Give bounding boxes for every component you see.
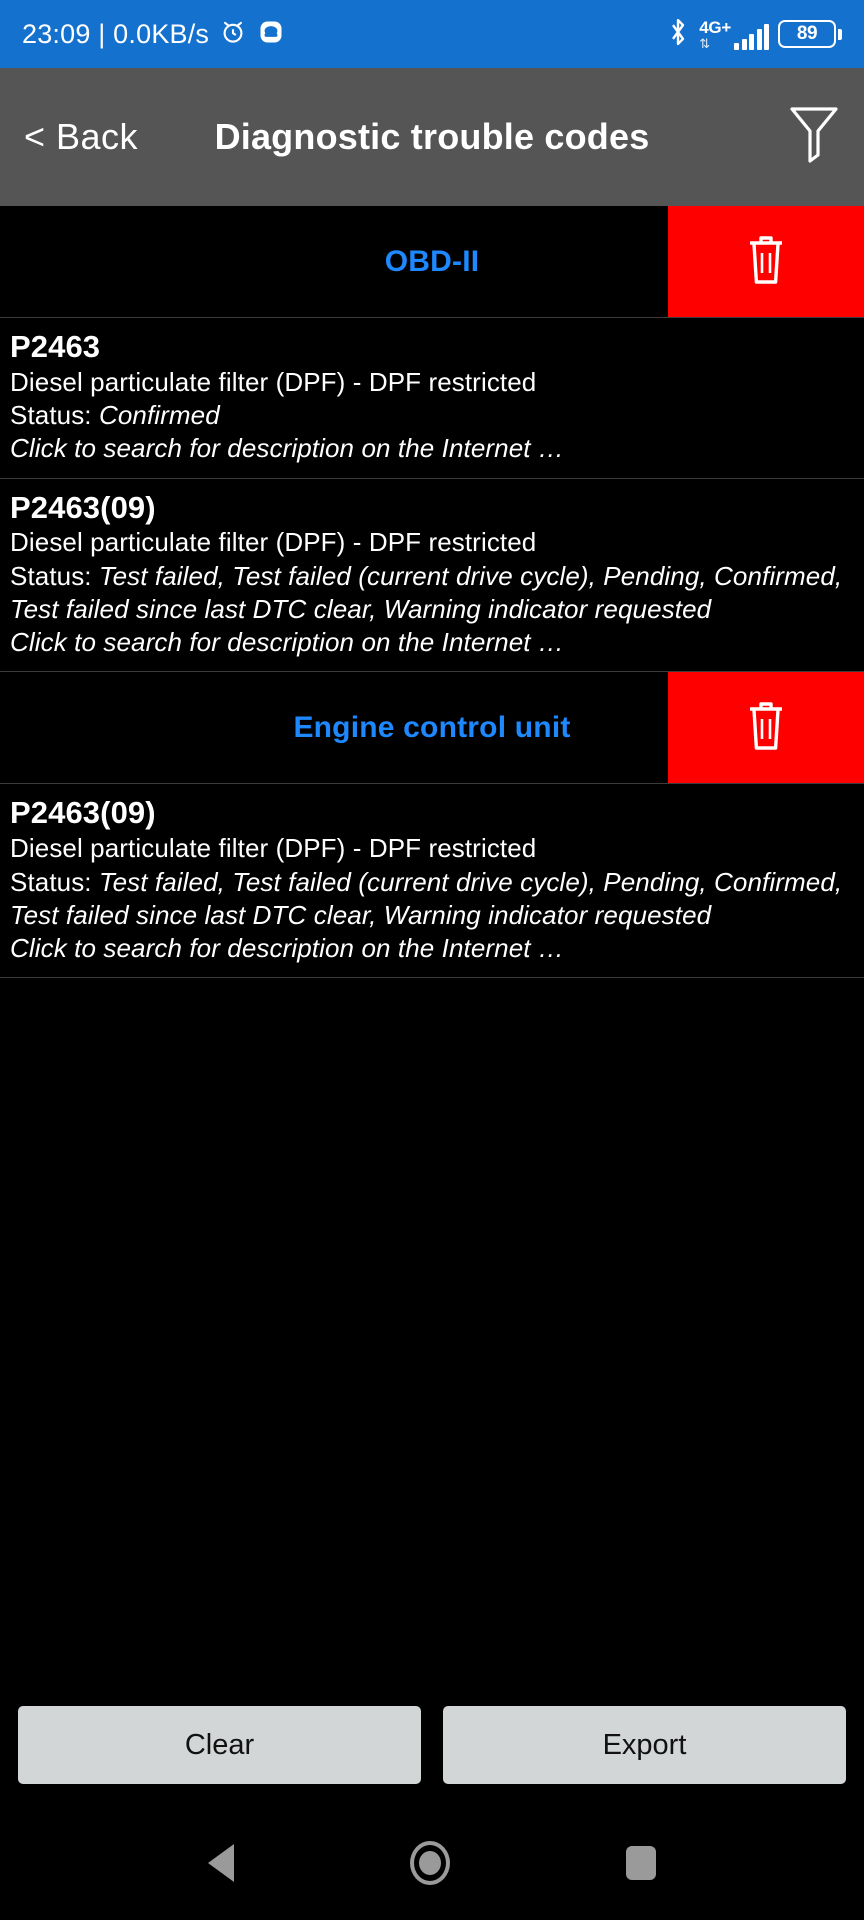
dtc-status-value: Test failed, Test failed (current drive … <box>10 560 843 624</box>
dtc-description: Diesel particulate filter (DPF) - DPF re… <box>10 833 537 864</box>
dtc-code: P2463 <box>10 329 101 364</box>
delete-group-button[interactable] <box>668 206 864 317</box>
export-button[interactable]: Export <box>443 1706 846 1784</box>
network-type-label: 4G+ <box>699 17 731 37</box>
network-indicator: 4G+ ⇅ <box>699 19 769 50</box>
dtc-status: Status: Test failed, Test failed (curren… <box>10 560 854 627</box>
dtc-status: Status: Confirmed <box>10 399 854 432</box>
dtc-description: Diesel particulate filter (DPF) - DPF re… <box>10 366 537 397</box>
dtc-status-label: Status: <box>10 400 99 431</box>
delete-group-button[interactable] <box>668 672 864 784</box>
android-nav-bar <box>0 1806 864 1920</box>
phone-screen: 23:09 | 0.0KB/s 4G+ ⇅ 89 < Back Diagnost… <box>0 0 864 1920</box>
app-header: < Back Diagnostic trouble codes <box>0 68 864 206</box>
nav-back-triangle-icon[interactable] <box>208 1844 234 1882</box>
trash-icon <box>744 697 788 758</box>
bluetooth-icon <box>666 17 690 52</box>
group-title[interactable]: OBD-II <box>385 245 480 278</box>
filter-funnel-icon <box>788 103 840 172</box>
status-bar-right: 4G+ ⇅ 89 <box>666 17 842 52</box>
dtc-list[interactable]: OBD-II P2463 Diesel particulate filter (… <box>0 206 864 1690</box>
status-clock: 23:09 | 0.0KB/s <box>22 18 210 49</box>
dtc-entry[interactable]: P2463 Diesel particulate filter (DPF) - … <box>0 318 864 479</box>
status-bar: 23:09 | 0.0KB/s 4G+ ⇅ 89 <box>0 0 864 68</box>
battery-icon: 89 <box>778 20 842 48</box>
dtc-code: P2463(09) <box>10 489 156 525</box>
nav-home-circle-icon[interactable] <box>410 1841 450 1885</box>
dtc-status: Status: Test failed, Test failed (curren… <box>10 866 854 933</box>
dtc-status-value: Confirmed <box>98 400 220 431</box>
back-button[interactable]: < Back <box>24 116 138 158</box>
filter-button[interactable] <box>788 103 840 172</box>
group-header-obd-ii: OBD-II <box>0 206 864 318</box>
group-header-engine-control-unit: Engine control unit <box>0 672 864 785</box>
data-arrows-icon: ⇅ <box>699 35 711 51</box>
status-bar-left: 23:09 | 0.0KB/s <box>22 18 285 51</box>
clear-button[interactable]: Clear <box>18 1706 421 1784</box>
group-title[interactable]: Engine control unit <box>293 711 570 744</box>
dtc-entry[interactable]: P2463(09) Diesel particulate filter (DPF… <box>0 784 864 979</box>
dtc-entry[interactable]: P2463(09) Diesel particulate filter (DPF… <box>0 479 864 673</box>
battery-level-label: 89 <box>796 23 818 44</box>
dtc-status-label: Status: <box>10 560 99 591</box>
trash-icon <box>744 231 788 292</box>
dtc-status-label: Status: <box>10 866 99 897</box>
action-bar: Clear Export <box>0 1690 864 1806</box>
dtc-code: P2463(09) <box>10 795 156 831</box>
dtc-search-link[interactable]: Click to search for description on the I… <box>10 932 854 965</box>
signal-bars-icon <box>734 23 769 50</box>
dtc-description: Diesel particulate filter (DPF) - DPF re… <box>10 527 537 558</box>
dtc-search-link[interactable]: Click to search for description on the I… <box>10 626 854 659</box>
nav-recents-square-icon[interactable] <box>626 1846 656 1880</box>
dtc-status-value: Test failed, Test failed (current drive … <box>10 866 843 930</box>
dtc-search-link[interactable]: Click to search for description on the I… <box>10 432 854 465</box>
alarm-clock-icon <box>219 18 247 51</box>
app-notification-icon <box>257 18 285 51</box>
